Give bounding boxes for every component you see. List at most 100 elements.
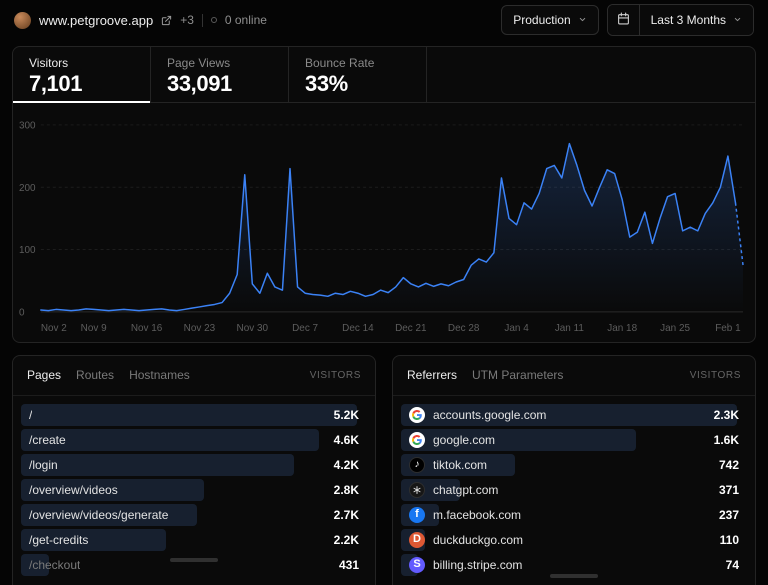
list-item-chatgpt-com[interactable]: chatgpt.com371: [401, 479, 747, 501]
scrollbar-thumb[interactable]: [170, 558, 218, 562]
row-value: 4.2K: [324, 458, 359, 472]
external-link-icon[interactable]: [161, 15, 172, 26]
referrers-panel: Referrers UTM Parameters VISITORS account…: [392, 355, 756, 585]
pages-panel-header: Pages Routes Hostnames VISITORS: [13, 356, 375, 396]
svg-text:Nov 2: Nov 2: [41, 323, 67, 334]
row-value: 2.3K: [704, 408, 739, 422]
row-value: 431: [329, 558, 359, 572]
svg-text:Jan 11: Jan 11: [555, 323, 585, 334]
chatgpt-icon: [409, 482, 425, 498]
list-item-m-facebook-com[interactable]: fm.facebook.com237: [401, 504, 747, 526]
calendar-button[interactable]: [608, 5, 640, 35]
referrers-panel-header: Referrers UTM Parameters VISITORS: [393, 356, 755, 396]
list-item-overview-videos-generate[interactable]: /overview/videos/generate 2.7K: [21, 504, 367, 526]
list-item-get-credits[interactable]: /get-credits 2.2K: [21, 529, 367, 551]
pages-list: / 5.2K/create 4.6K/login 4.2K/overview/vide…: [13, 396, 375, 585]
date-range-select[interactable]: Last 3 Months: [640, 5, 753, 35]
visitors-column-header: VISITORS: [690, 370, 741, 381]
date-range-control: Last 3 Months: [607, 4, 754, 36]
calendar-icon: [617, 12, 630, 28]
stat-value: 33%: [305, 71, 410, 97]
chevron-down-icon: [733, 13, 742, 27]
list-item-create[interactable]: /create 4.6K: [21, 429, 367, 451]
google-icon: [409, 432, 425, 448]
referrers-list: accounts.google.com2.3K google.com 1.6K ♪ti…: [393, 396, 755, 585]
stat-tab-visitors[interactable]: Visitors7,101: [13, 47, 151, 102]
environment-select[interactable]: Production: [501, 5, 598, 35]
row-label: /: [29, 408, 32, 422]
svg-text:300: 300: [19, 120, 36, 131]
value-bar: [21, 454, 294, 476]
row-value: 2.7K: [324, 508, 359, 522]
row-label: chatgpt.com: [433, 483, 498, 497]
referrers-panel-tabs: Referrers UTM Parameters: [407, 368, 563, 382]
analytics-dashboard: www.petgroove.app +3 0 online Production…: [0, 0, 768, 585]
list-item-tiktok-com[interactable]: ♪tiktok.com742: [401, 454, 747, 476]
row-value: 1.6K: [704, 433, 739, 447]
row-label: /overview/videos: [29, 483, 118, 497]
row-value: 4.6K: [324, 433, 359, 447]
stripe-icon: S: [409, 557, 425, 573]
svg-text:Nov 30: Nov 30: [237, 323, 269, 334]
list-item-duckduckgo-com[interactable]: Dduckduckgo.com110: [401, 529, 747, 551]
chart-svg[interactable]: 0100200300Nov 2Nov 9Nov 16Nov 23Nov 30De…: [15, 113, 751, 340]
stat-tab-bounce-rate[interactable]: Bounce Rate33%: [289, 47, 427, 102]
stat-value: 7,101: [29, 71, 134, 97]
svg-text:Nov 9: Nov 9: [81, 323, 107, 334]
chevron-down-icon: [578, 13, 587, 27]
site-favicon: [14, 12, 31, 29]
svg-text:Jan 25: Jan 25: [660, 323, 690, 334]
svg-text:Dec 14: Dec 14: [342, 323, 374, 334]
row-label: /overview/videos/generate: [29, 508, 168, 522]
scrollbar-thumb[interactable]: [550, 574, 598, 578]
row-label: /create: [29, 433, 66, 447]
row-label: billing.stripe.com: [433, 558, 522, 572]
value-bar: [21, 404, 357, 426]
row-label: /login: [29, 458, 58, 472]
row-value: 5.2K: [324, 408, 359, 422]
row-label: /get-credits: [29, 533, 88, 547]
list-item-login[interactable]: /login 4.2K: [21, 454, 367, 476]
row-value: 110: [710, 533, 739, 547]
tab-routes[interactable]: Routes: [76, 368, 114, 382]
google-icon: [409, 407, 425, 423]
visitors-column-header: VISITORS: [310, 370, 361, 381]
row-value: 742: [709, 458, 739, 472]
online-count: 0 online: [225, 13, 267, 27]
tab-pages[interactable]: Pages: [27, 368, 61, 382]
svg-text:Nov 16: Nov 16: [131, 323, 163, 334]
svg-text:Dec 7: Dec 7: [292, 323, 318, 334]
list-item-overview-videos[interactable]: /overview/videos2.8K: [21, 479, 367, 501]
environment-label: Production: [513, 13, 570, 27]
svg-text:Dec 28: Dec 28: [448, 323, 480, 334]
svg-text:100: 100: [19, 245, 36, 256]
svg-text:200: 200: [19, 183, 36, 194]
tab-utm-parameters[interactable]: UTM Parameters: [472, 368, 563, 382]
list-item-accounts-google-com[interactable]: accounts.google.com2.3K: [401, 404, 747, 426]
row-value: 2.2K: [324, 533, 359, 547]
row-label: google.com: [433, 433, 495, 447]
tab-referrers[interactable]: Referrers: [407, 368, 457, 382]
header-divider: [202, 14, 203, 27]
online-dot-icon: [211, 17, 217, 23]
stat-label: Page Views: [167, 56, 272, 70]
analytics-card: Visitors7,101Page Views33,091Bounce Rate…: [12, 46, 756, 343]
tab-hostnames[interactable]: Hostnames: [129, 368, 190, 382]
date-range-label: Last 3 Months: [651, 13, 726, 27]
site-domain[interactable]: www.petgroove.app: [39, 13, 153, 28]
extra-domains-badge[interactable]: +3: [180, 13, 194, 27]
row-value: 237: [709, 508, 739, 522]
stat-label: Visitors: [29, 56, 134, 70]
stats-tabs: Visitors7,101Page Views33,091Bounce Rate…: [13, 47, 755, 103]
svg-text:Nov 23: Nov 23: [184, 323, 216, 334]
pages-panel: Pages Routes Hostnames VISITORS / 5.2K/crea…: [12, 355, 376, 585]
svg-text:Jan 18: Jan 18: [607, 323, 637, 334]
row-label: duckduckgo.com: [433, 533, 523, 547]
svg-text:Jan 4: Jan 4: [504, 323, 529, 334]
list-item-root[interactable]: / 5.2K: [21, 404, 367, 426]
list-item-google-com[interactable]: google.com 1.6K: [401, 429, 747, 451]
stat-tab-page-views[interactable]: Page Views33,091: [151, 47, 289, 102]
list-item-billing-stripe-com[interactable]: Sbilling.stripe.com 74: [401, 554, 747, 576]
svg-text:Dec 21: Dec 21: [395, 323, 427, 334]
row-value: 74: [716, 558, 739, 572]
